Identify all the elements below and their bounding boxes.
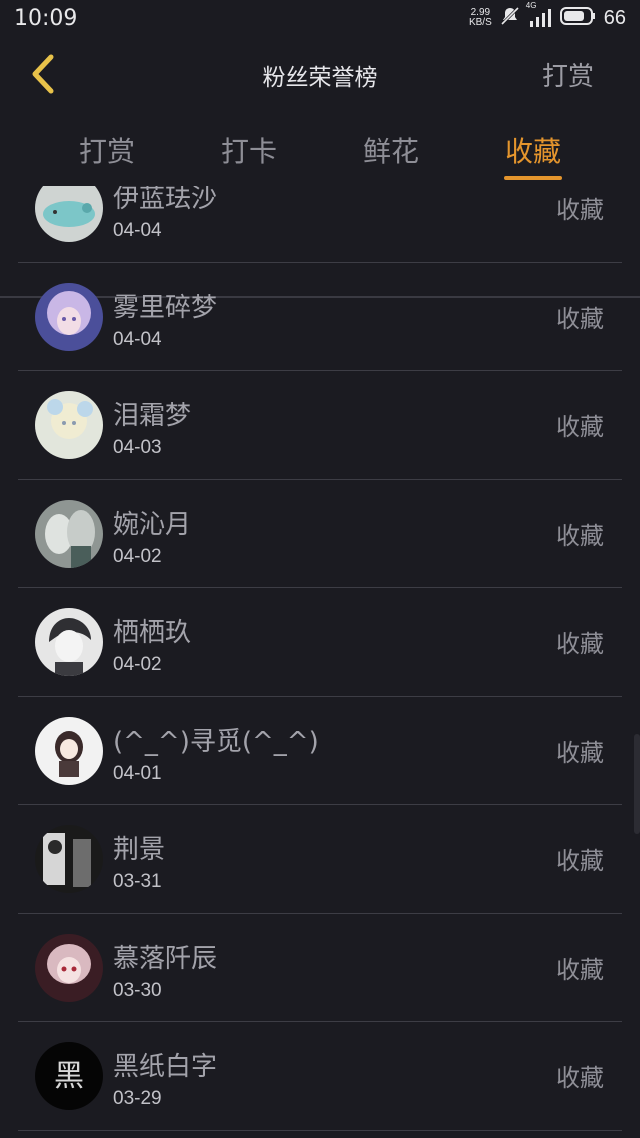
avatar[interactable] xyxy=(35,499,103,568)
list-item[interactable]: 伊蓝珐沙 04-04 收藏 xyxy=(18,186,622,263)
reward-button[interactable]: 打赏 xyxy=(542,56,594,93)
entry-type: 收藏 xyxy=(556,847,604,875)
entry-date: 04-04 xyxy=(113,328,162,350)
user-name: 泪霜梦 xyxy=(113,401,192,431)
tab-flowers[interactable]: 鲜花 xyxy=(341,130,441,170)
entry-date: 04-04 xyxy=(113,220,162,241)
entry-type: 收藏 xyxy=(556,738,604,767)
list-item[interactable]: 黑 黑纸白字 03-29 收藏 xyxy=(18,1022,622,1131)
entry-date: 03-30 xyxy=(113,979,162,1001)
tab-reward[interactable]: 打赏 xyxy=(57,130,157,170)
entry-type: 收藏 xyxy=(556,304,604,333)
tab-checkin[interactable]: 打卡 xyxy=(199,130,299,170)
signal-icon: 4G xyxy=(526,1,552,27)
active-tab-indicator xyxy=(504,176,562,180)
battery-icon xyxy=(559,7,596,29)
network-speed-unit: KB/S xyxy=(468,17,492,28)
entry-type: 收藏 xyxy=(556,955,604,984)
status-time: 10:09 xyxy=(14,5,78,31)
list-item[interactable]: 雾里碎梦 04-04 收藏 xyxy=(18,263,622,371)
status-icons: 2.99 KB/S 4G 66 xyxy=(469,1,626,30)
avatar[interactable] xyxy=(35,608,103,676)
list-item[interactable]: 栖栖玖 04-02 收藏 xyxy=(18,588,622,697)
avatar[interactable] xyxy=(35,933,103,1002)
user-name: 伊蓝珐沙 xyxy=(113,186,218,214)
user-name: (^_^)寻觅(^_^) xyxy=(113,726,319,757)
fan-list[interactable]: 伊蓝珐沙 04-04 收藏 雾里碎梦 04-04 收藏 泪霜梦 04-03 收藏… xyxy=(0,186,640,1138)
entry-date: 03-31 xyxy=(113,871,162,892)
entry-type: 收藏 xyxy=(556,196,604,224)
entry-date: 03-29 xyxy=(113,1088,162,1109)
network-speed: 2.99 KB/S xyxy=(469,8,492,28)
avatar[interactable] xyxy=(35,825,103,893)
user-name: 荆景 xyxy=(113,835,166,865)
tab-favorites[interactable]: 收藏 xyxy=(483,130,583,170)
status-bar: 10:09 2.99 KB/S 4G 66 xyxy=(0,0,640,36)
user-name: 栖栖玖 xyxy=(113,618,192,648)
avatar[interactable] xyxy=(35,282,103,351)
entry-type: 收藏 xyxy=(556,630,604,658)
entry-type: 收藏 xyxy=(556,521,604,550)
scrollbar[interactable] xyxy=(634,734,640,834)
entry-date: 04-02 xyxy=(113,545,162,567)
tab-bar: 打赏 打卡 鲜花 收藏 xyxy=(0,112,640,298)
entry-date: 04-01 xyxy=(113,762,162,784)
list-item[interactable]: 荆景 03-31 收藏 xyxy=(18,805,622,914)
battery-level: 66 xyxy=(603,6,626,29)
avatar[interactable]: 黑 xyxy=(35,1042,103,1110)
avatar[interactable] xyxy=(35,186,103,242)
mute-icon xyxy=(500,6,520,30)
avatar[interactable] xyxy=(35,716,103,785)
list-item[interactable]: 泪霜梦 04-03 收藏 xyxy=(18,371,622,480)
user-name: 婉沁月 xyxy=(113,509,192,540)
top-bar: 粉丝荣誉榜 打赏 xyxy=(0,36,640,112)
user-name: 雾里碎梦 xyxy=(113,292,218,323)
signal-label: 4G xyxy=(525,1,537,10)
svg-text:黑: 黑 xyxy=(54,1059,84,1094)
entry-type: 收藏 xyxy=(556,413,604,441)
user-name: 黑纸白字 xyxy=(113,1052,218,1082)
list-item[interactable]: 婉沁月 04-02 收藏 xyxy=(18,480,622,588)
entry-type: 收藏 xyxy=(556,1064,604,1092)
entry-date: 04-03 xyxy=(113,437,162,458)
list-item[interactable]: 慕落阡辰 03-30 收藏 xyxy=(18,914,622,1022)
entry-date: 04-02 xyxy=(113,654,162,675)
avatar[interactable] xyxy=(35,391,103,459)
user-name: 慕落阡辰 xyxy=(113,943,218,974)
list-item[interactable]: (^_^)寻觅(^_^) 04-01 收藏 xyxy=(18,697,622,805)
